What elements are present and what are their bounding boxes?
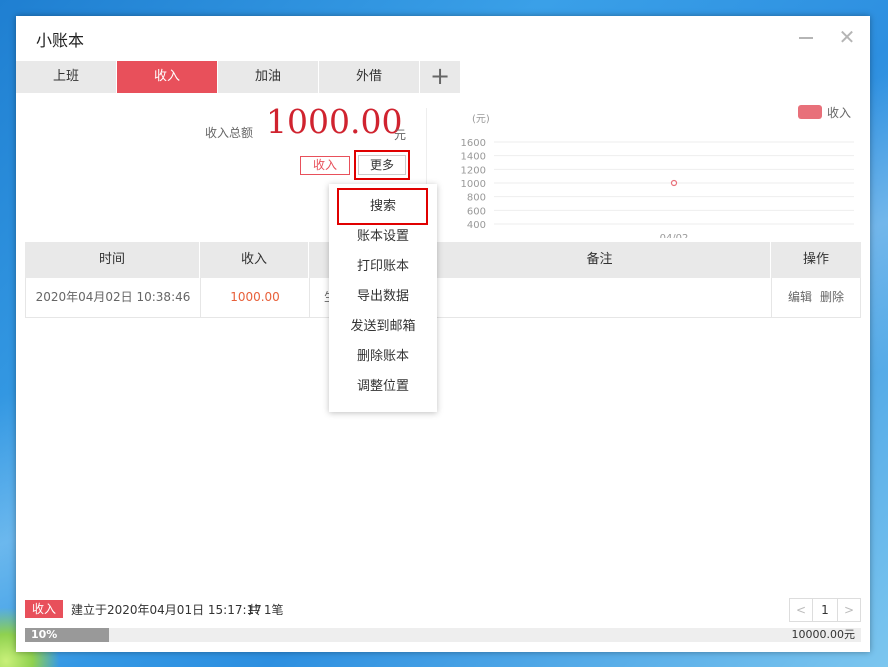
menu-item-export-data[interactable]: 导出数据 xyxy=(329,282,437,312)
y-tick-label: 1600 xyxy=(461,138,486,149)
edit-link[interactable]: 编辑 xyxy=(788,290,812,304)
minimize-icon[interactable] xyxy=(799,37,813,39)
y-tick-label: 600 xyxy=(467,206,486,217)
tab-shouru[interactable]: 收入 xyxy=(117,61,218,93)
next-page-button[interactable]: > xyxy=(837,599,860,621)
titlebar: 小账本 ✕ xyxy=(16,16,870,60)
window-title: 小账本 xyxy=(36,31,85,50)
row-time: 2020年04月02日 10:38:46 xyxy=(26,278,201,317)
add-tab-button[interactable]: + xyxy=(420,61,460,93)
menu-item-adjust-position[interactable]: 调整位置 xyxy=(329,372,437,402)
y-tick-label: 1000 xyxy=(461,179,486,190)
legend-swatch xyxy=(798,105,822,119)
y-tick-label: 1400 xyxy=(461,152,486,163)
summary-unit: 元 xyxy=(394,128,407,142)
prev-page-button[interactable]: < xyxy=(790,599,813,621)
row-note xyxy=(430,278,772,317)
more-button[interactable]: 更多 xyxy=(358,155,406,175)
tab-jiayou[interactable]: 加油 xyxy=(218,61,319,93)
summary-label: 收入总额 xyxy=(205,126,254,140)
col-note: 备注 xyxy=(429,242,771,278)
y-tick-label: 400 xyxy=(467,220,486,231)
table-header: 时间 收入 备注 操作 xyxy=(25,242,861,278)
menu-item-print-ledger[interactable]: 打印账本 xyxy=(329,252,437,282)
data-point xyxy=(670,179,678,187)
col-actions: 操作 xyxy=(802,252,829,267)
budget-progress-bar: 10% 10000.00元 xyxy=(25,628,861,642)
app-window: 小账本 ✕ 上班 收入 加油 外借 + 收入总额 1000.00 元 收入 更多… xyxy=(16,16,870,652)
summary-amount: 1000.00 xyxy=(266,102,403,141)
tab-shangban[interactable]: 上班 xyxy=(16,61,117,93)
menu-item-ledger-settings[interactable]: 账本设置 xyxy=(329,222,437,252)
pagination: < 1 > xyxy=(789,598,861,622)
income-button[interactable]: 收入 xyxy=(300,156,350,175)
income-chart: (元) 1600 1400 1200 1000 800 600 400 04/02 xyxy=(461,114,854,238)
footer-created-date: 建立于2020年04月01日 15:17:17 xyxy=(71,603,262,617)
row-amount: 1000.00 xyxy=(201,278,310,317)
col-time: 时间 xyxy=(25,242,200,278)
more-button-highlight: 更多 xyxy=(354,150,410,180)
x-tick-label: 04/02 xyxy=(660,233,689,238)
menu-item-delete-ledger[interactable]: 删除账本 xyxy=(329,342,437,372)
delete-link[interactable]: 删除 xyxy=(820,290,844,304)
menu-item-send-email[interactable]: 发送到邮箱 xyxy=(329,312,437,342)
search-highlight-box xyxy=(337,188,428,225)
close-icon[interactable]: ✕ xyxy=(836,26,858,48)
legend-label: 收入 xyxy=(827,106,852,120)
tab-waijie[interactable]: 外借 xyxy=(319,61,420,93)
footer-category-tag: 收入 xyxy=(25,600,63,618)
more-dropdown-menu: 搜索 账本设置 打印账本 导出数据 发送到邮箱 删除账本 调整位置 xyxy=(329,184,437,412)
y-unit-label: (元) xyxy=(472,114,490,125)
page-number[interactable]: 1 xyxy=(813,599,837,621)
col-income: 收入 xyxy=(200,242,309,278)
y-tick-label: 800 xyxy=(467,193,486,204)
row-actions: 编辑 删除 xyxy=(772,278,860,317)
footer-record-count: 共 1笔 xyxy=(248,603,284,617)
table-row[interactable]: 2020年04月02日 10:38:46 1000.00 生 编辑删除 xyxy=(25,278,861,318)
progress-percent: 10% xyxy=(31,628,58,641)
progress-total: 10000.00元 xyxy=(791,628,856,641)
y-tick-label: 1200 xyxy=(461,165,486,176)
